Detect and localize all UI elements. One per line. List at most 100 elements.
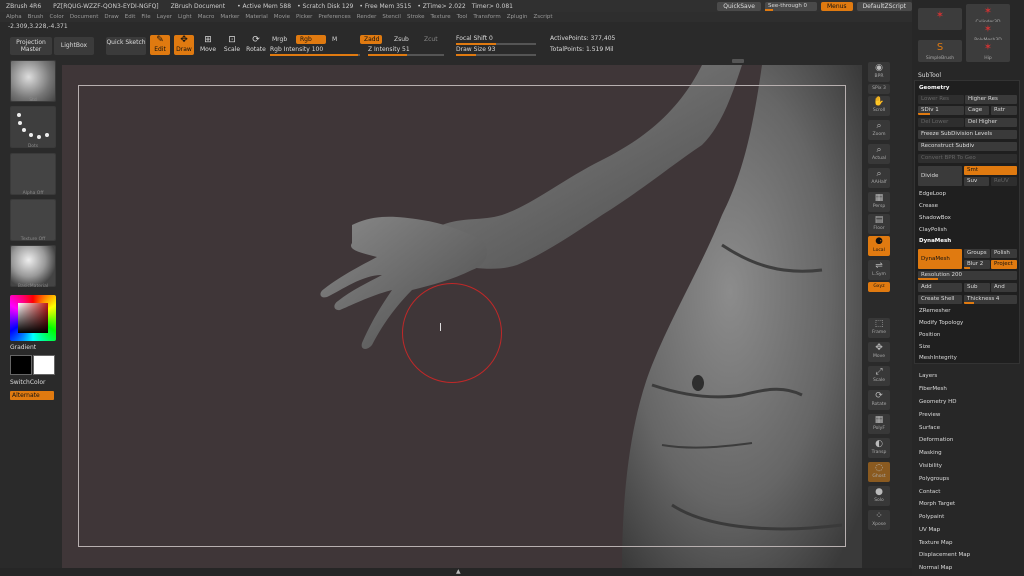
- divide-button[interactable]: Divide: [918, 166, 962, 186]
- alternate-button[interactable]: Alternate: [10, 391, 54, 400]
- subpalette-contact[interactable]: Contact: [919, 489, 940, 495]
- color-picker[interactable]: [10, 295, 56, 341]
- and-button[interactable]: And: [991, 283, 1017, 292]
- see-through-slider[interactable]: See-through 0: [764, 1, 817, 11]
- tool-thumb-current[interactable]: ✶: [918, 8, 962, 30]
- switch-color-button[interactable]: SwitchColor: [10, 379, 46, 386]
- brush-thumbnail[interactable]: [10, 60, 56, 102]
- menu-macro[interactable]: Macro: [198, 14, 215, 20]
- scale-button[interactable]: ⊡ Scale: [222, 35, 242, 55]
- gradient-label[interactable]: Gradient: [10, 344, 36, 351]
- canvas-scroll-handle[interactable]: [732, 59, 744, 63]
- menu-edit[interactable]: Edit: [125, 14, 136, 20]
- main-color-swatch[interactable]: [33, 355, 55, 375]
- add-button[interactable]: Add: [918, 283, 962, 292]
- floor-button[interactable]: ▤ Floor: [868, 214, 890, 234]
- edgeloop-header[interactable]: EdgeLoop: [919, 191, 946, 197]
- quicksave-button[interactable]: QuickSave: [717, 1, 761, 11]
- draw-button[interactable]: ✥ Draw: [174, 35, 194, 55]
- subpalette-geometry-hd[interactable]: Geometry HD: [919, 399, 957, 405]
- bpr-button[interactable]: ◉ BPR: [868, 62, 890, 82]
- sdiv-slider[interactable]: SDiv 1: [918, 106, 964, 115]
- subpalette-displacement-map[interactable]: Displacement Map: [919, 552, 970, 558]
- scale-view-button[interactable]: ⤢ Scale: [868, 366, 890, 386]
- rgb-intensity-slider[interactable]: Rgb Intensity 100: [270, 46, 360, 56]
- scroll-button[interactable]: ✋ Scroll: [868, 96, 890, 116]
- shadowbox-header[interactable]: ShadowBox: [919, 215, 951, 221]
- rotate-button[interactable]: ⟳ Rotate: [246, 35, 266, 55]
- transp-button[interactable]: ◐ Transp: [868, 438, 890, 458]
- secondary-color-swatch[interactable]: [10, 355, 32, 375]
- subpalette-surface[interactable]: Surface: [919, 425, 940, 431]
- xpose-button[interactable]: ⁘ Xpose: [868, 510, 890, 530]
- tool-thumb-simplebrush[interactable]: S SimpleBrush: [918, 40, 962, 62]
- mrgb-button[interactable]: Mrgb: [268, 35, 291, 44]
- aahalf-button[interactable]: ⌕ AAHalf: [868, 168, 890, 188]
- quick-sketch-button[interactable]: Quick Sketch: [106, 37, 146, 55]
- zoom-button[interactable]: ⌕ Zoom: [868, 120, 890, 140]
- reconstruct-subdiv-button[interactable]: Reconstruct Subdiv: [918, 142, 1017, 151]
- subpalette-preview[interactable]: Preview: [919, 412, 940, 418]
- menu-zscript[interactable]: Zscript: [533, 14, 552, 20]
- zsub-button[interactable]: Zsub: [390, 35, 413, 44]
- material-thumbnail[interactable]: [10, 245, 56, 287]
- color-saturation-square[interactable]: [18, 303, 48, 333]
- menu-stencil[interactable]: Stencil: [382, 14, 401, 20]
- texture-thumbnail[interactable]: [10, 199, 56, 241]
- menu-file[interactable]: File: [141, 14, 150, 20]
- rgb-button[interactable]: Rgb: [296, 35, 326, 44]
- subpalette-polypaint[interactable]: Polypaint: [919, 514, 944, 520]
- claypolish-header[interactable]: ClayPolish: [919, 227, 947, 233]
- subpalette-visibility[interactable]: Visibility: [919, 463, 942, 469]
- subpalette-uv-map[interactable]: UV Map: [919, 527, 940, 533]
- menu-movie[interactable]: Movie: [274, 14, 290, 20]
- rotate-view-button[interactable]: ⟳ Rotate: [868, 390, 890, 410]
- menu-zplugin[interactable]: Zplugin: [507, 14, 528, 20]
- meshintegrity-header[interactable]: MeshIntegrity: [919, 355, 957, 361]
- dynamesh-toggle[interactable]: DynaMesh: [918, 249, 962, 269]
- reuv-button[interactable]: ReUV: [991, 177, 1017, 186]
- freeze-subdivision-button[interactable]: Freeze SubDivision Levels: [918, 130, 1017, 139]
- document-canvas[interactable]: [62, 65, 862, 569]
- del-higher-button[interactable]: Del Higher: [965, 118, 1017, 127]
- resolution-slider[interactable]: Resolution 200: [918, 271, 1017, 280]
- size-header[interactable]: Size: [919, 344, 930, 350]
- crease-header[interactable]: Crease: [919, 203, 938, 209]
- menu-preferences[interactable]: Preferences: [318, 14, 350, 20]
- groups-toggle[interactable]: Groups: [964, 249, 990, 258]
- subpalette-morph-target[interactable]: Morph Target: [919, 501, 955, 507]
- lightbox-button[interactable]: LightBox: [54, 37, 94, 55]
- menu-alpha[interactable]: Alpha: [6, 14, 22, 20]
- smt-toggle[interactable]: Smt: [964, 166, 1017, 175]
- blur-slider[interactable]: Blur 2: [964, 260, 990, 269]
- zremesher-header[interactable]: ZRemesher: [919, 308, 950, 314]
- solo-button[interactable]: ● Solo: [868, 486, 890, 506]
- menu-layer[interactable]: Layer: [157, 14, 172, 20]
- projection-master-button[interactable]: Projection Master: [10, 37, 52, 55]
- modify-topology-header[interactable]: Modify Topology: [919, 320, 963, 326]
- create-shell-button[interactable]: Create Shell: [918, 295, 962, 304]
- m-button[interactable]: M: [328, 35, 341, 44]
- rstr-button[interactable]: Rstr: [991, 106, 1017, 115]
- project-toggle[interactable]: Project: [991, 260, 1017, 269]
- menu-transform[interactable]: Transform: [473, 14, 500, 20]
- ghost-button[interactable]: ◌ Ghost: [868, 462, 890, 482]
- subpalette-normal-map[interactable]: Normal Map: [919, 565, 952, 571]
- subpalette-fibermesh[interactable]: FiberMesh: [919, 386, 947, 392]
- menu-stroke[interactable]: Stroke: [407, 14, 425, 20]
- draw-size-slider[interactable]: Draw Size 93: [456, 46, 536, 56]
- subpalette-deformation[interactable]: Deformation: [919, 437, 953, 443]
- menu-tool[interactable]: Tool: [457, 14, 468, 20]
- frame-button[interactable]: ⬚ Frame: [868, 318, 890, 338]
- move-view-button[interactable]: ✥ Move: [868, 342, 890, 362]
- expand-bottom-shelf-icon[interactable]: ▲: [456, 568, 461, 575]
- edit-button[interactable]: ✎ Edit: [150, 35, 170, 55]
- menus-button[interactable]: Menus: [820, 1, 853, 11]
- polish-toggle[interactable]: Polish: [991, 249, 1017, 258]
- polyf-button[interactable]: ▦ PolyF: [868, 414, 890, 434]
- local-button[interactable]: ⚈ Local: [868, 236, 890, 256]
- gxyz-button[interactable]: Gxyz: [868, 282, 890, 292]
- menu-color[interactable]: Color: [50, 14, 64, 20]
- subpalette-texture-map[interactable]: Texture Map: [919, 540, 953, 546]
- menu-picker[interactable]: Picker: [296, 14, 312, 20]
